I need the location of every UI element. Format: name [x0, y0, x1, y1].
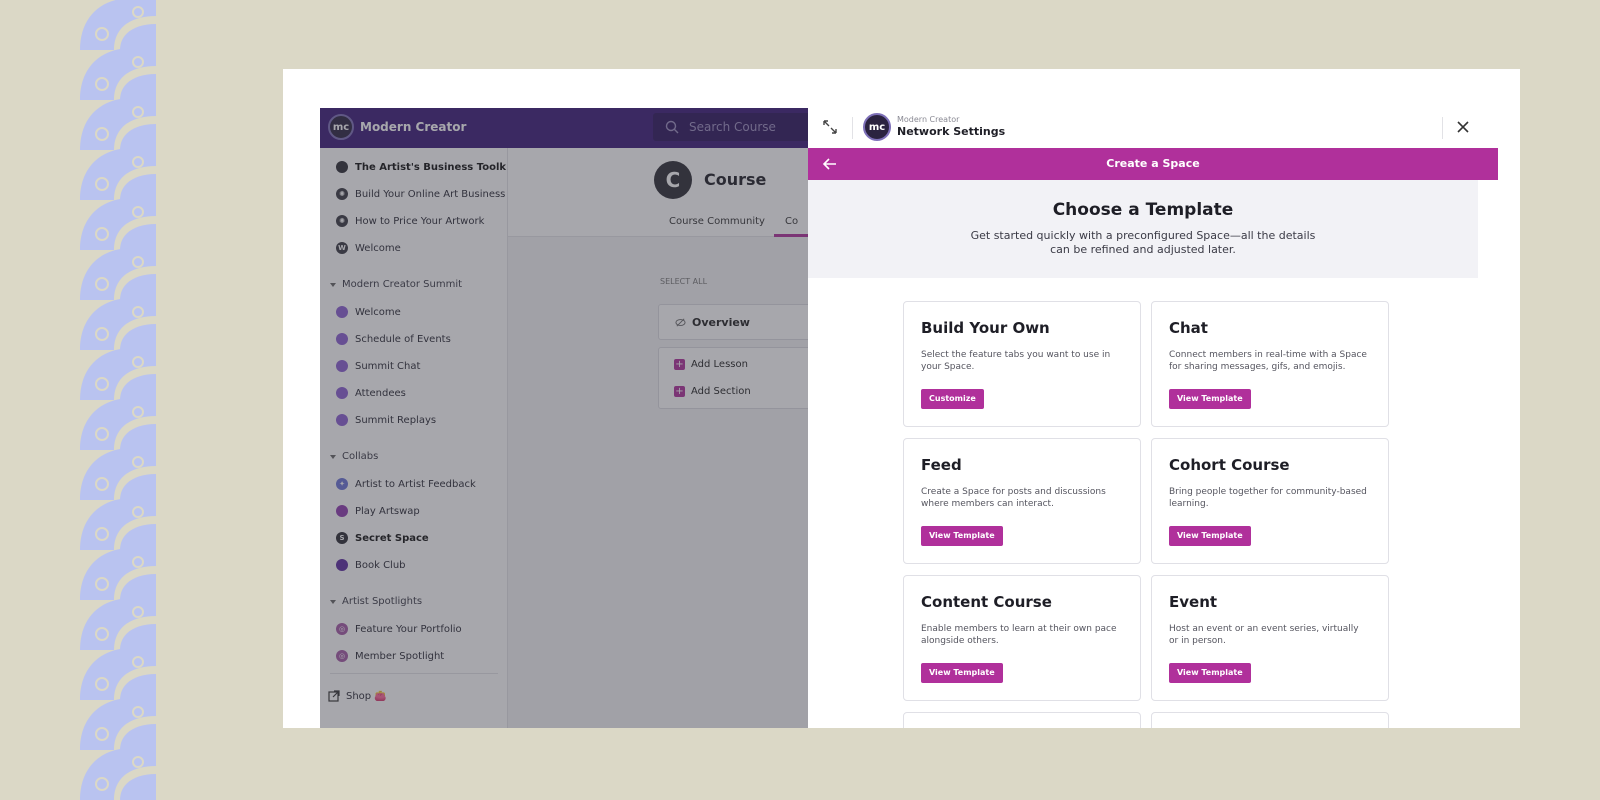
card-title: Feed: [921, 456, 962, 474]
pattern-tile: [80, 648, 156, 700]
pattern-tile: [80, 0, 156, 50]
pattern-tile: [80, 698, 156, 750]
view-template-button[interactable]: View Template: [921, 663, 1003, 683]
modal-backdrop[interactable]: [320, 108, 808, 728]
card-description: Create a Space for posts and discussions…: [921, 487, 1106, 509]
card-description: Bring people together for community-base…: [1169, 487, 1367, 509]
card-title: Cohort Course: [1169, 456, 1290, 474]
pattern-tile: [80, 598, 156, 650]
template-card-build-your-own[interactable]: Build Your Own Select the feature tabs y…: [903, 301, 1141, 427]
card-description: Select the feature tabs you want to use …: [921, 350, 1111, 372]
card-description: Connect members in real-time with a Spac…: [1169, 350, 1367, 372]
pattern-tile: [80, 548, 156, 600]
card-title: Content Course: [921, 593, 1052, 611]
decorative-pattern: [80, 0, 156, 800]
card-title: Chat: [1169, 319, 1208, 337]
app-window: mc Modern Creator Search Course The Arti…: [320, 108, 1498, 728]
pattern-tile: [80, 48, 156, 100]
header-divider: [852, 117, 853, 139]
template-card-cohort-course[interactable]: Cohort Course Bring people together for …: [1151, 438, 1389, 564]
expand-icon[interactable]: [822, 119, 838, 135]
header-divider: [1442, 117, 1443, 139]
pattern-tile: [80, 748, 156, 800]
pattern-tile: [80, 98, 156, 150]
screenshot-frame: mc Modern Creator Search Course The Arti…: [283, 69, 1520, 728]
card-title: Build Your Own: [921, 319, 1050, 337]
pattern-tile: [80, 448, 156, 500]
choose-template-subheading: Get started quickly with a preconfigured…: [970, 229, 1316, 256]
pattern-tile: [80, 248, 156, 300]
template-card-next[interactable]: [1151, 712, 1389, 728]
template-intro: Choose a Template Get started quickly wi…: [808, 180, 1478, 278]
pattern-tile: [80, 398, 156, 450]
card-description: Host an event or an event series, virtua…: [1169, 624, 1359, 646]
modal-title: Network Settings: [897, 125, 1006, 138]
card-description: Enable members to learn at their own pac…: [921, 624, 1117, 646]
pattern-tile: [80, 498, 156, 550]
create-space-bar: Create a Space: [808, 148, 1498, 180]
view-template-button[interactable]: View Template: [1169, 663, 1251, 683]
network-settings-modal: mc Modern Creator Network Settings Creat…: [808, 108, 1498, 728]
template-card-next[interactable]: [903, 712, 1141, 728]
pattern-tile: [80, 198, 156, 250]
choose-template-heading: Choose a Template: [1052, 200, 1234, 220]
view-template-button[interactable]: View Template: [921, 526, 1003, 546]
pattern-tile: [80, 148, 156, 200]
card-title: Event: [1169, 593, 1218, 611]
customize-button[interactable]: Customize: [921, 389, 984, 409]
modal-header: mc Modern Creator Network Settings: [808, 108, 1498, 148]
view-template-button[interactable]: View Template: [1169, 389, 1251, 409]
pattern-tile: [80, 298, 156, 350]
close-icon[interactable]: [1454, 118, 1472, 136]
template-card-event[interactable]: Event Host an event or an event series, …: [1151, 575, 1389, 701]
network-name: Modern Creator: [897, 115, 960, 124]
create-space-title: Create a Space: [1106, 157, 1200, 170]
view-template-button[interactable]: View Template: [1169, 526, 1251, 546]
template-card-content-course[interactable]: Content Course Enable members to learn a…: [903, 575, 1141, 701]
template-card-chat[interactable]: Chat Connect members in real-time with a…: [1151, 301, 1389, 427]
template-card-feed[interactable]: Feed Create a Space for posts and discus…: [903, 438, 1141, 564]
network-logo: mc: [863, 113, 891, 141]
pattern-tile: [80, 348, 156, 400]
